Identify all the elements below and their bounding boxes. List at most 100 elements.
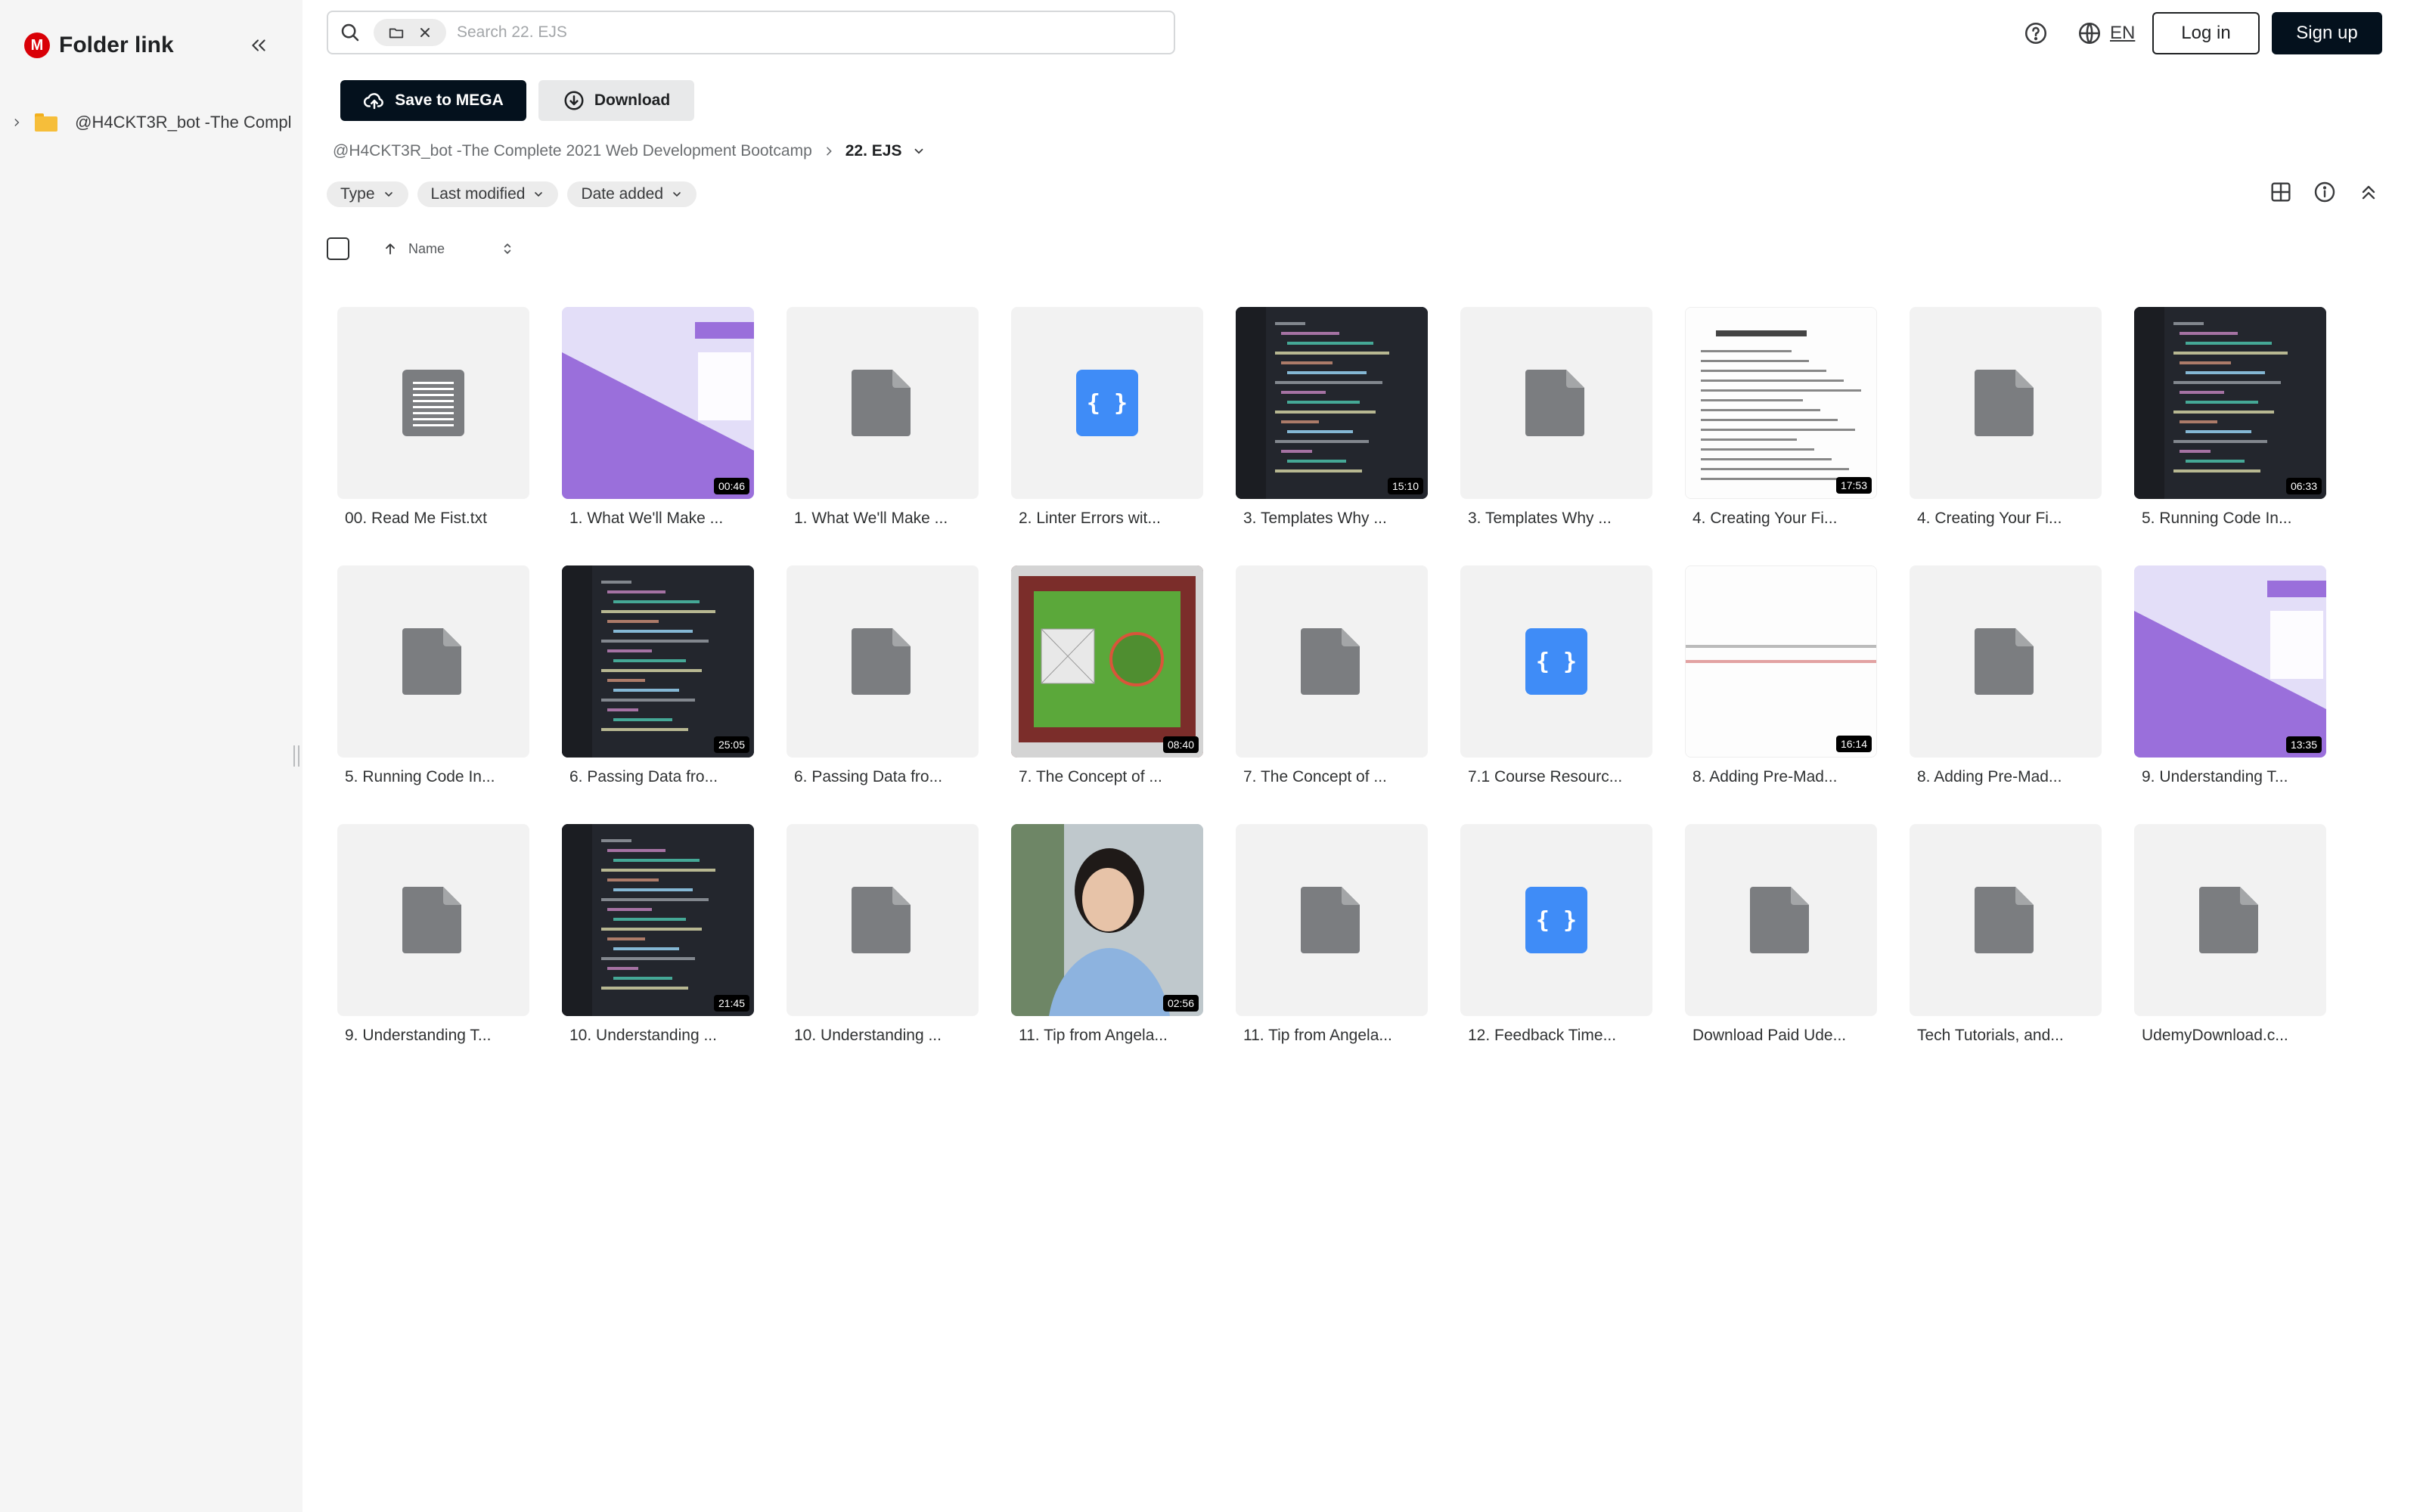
file-thumbnail[interactable] [337,307,529,499]
file-card[interactable]: { } 12. Feedback Time... [1460,824,1652,1066]
file-thumbnail[interactable] [786,565,979,758]
file-card[interactable]: 25:05 6. Passing Data fro... [562,565,754,807]
file-thumbnail[interactable] [1236,824,1428,1016]
file-thumbnail[interactable] [1685,824,1877,1016]
file-name: Tech Tutorials, and... [1917,1027,2064,1044]
file-card[interactable]: Tech Tutorials, and... [1910,824,2102,1066]
file-card[interactable]: 13:35 9. Understanding T... [2134,565,2326,807]
chevron-down-icon[interactable] [912,144,926,158]
breadcrumb-current[interactable]: 22. EJS [845,142,902,160]
file-name: 10. Understanding ... [794,1027,942,1044]
file-thumbnail[interactable] [1910,307,2102,499]
file-thumbnail[interactable]: 21:45 [562,824,754,1016]
video-duration-badge: 13:35 [2285,736,2322,753]
file-thumbnail[interactable] [1910,824,2102,1016]
close-icon[interactable] [417,25,433,40]
video-duration-badge: 00:46 [713,478,749,494]
file-thumbnail[interactable] [337,824,529,1016]
select-all-checkbox[interactable] [327,237,349,260]
download-button[interactable]: Download [538,80,694,121]
search-bar[interactable] [327,11,1175,54]
file-thumbnail[interactable]: 15:10 [1236,307,1428,499]
file-thumbnail[interactable]: { } [1011,307,1203,499]
file-card[interactable]: 8. Adding Pre-Mad... [1910,565,2102,807]
file-card[interactable]: 17:53 4. Creating Your Fi... [1685,307,1877,549]
breadcrumb-root[interactable]: @H4CKT3R_bot -The Complete 2021 Web Deve… [333,142,812,160]
chevron-right-icon[interactable] [9,115,24,130]
file-card[interactable]: { } 7.1 Course Resourc... [1460,565,1652,807]
file-thumbnail[interactable]: 17:53 [1685,307,1877,499]
file-thumbnail[interactable]: 06:33 [2134,307,2326,499]
file-thumbnail[interactable] [786,307,979,499]
filter-type[interactable]: Type [327,181,408,207]
file-thumbnail[interactable]: 25:05 [562,565,754,758]
file-card[interactable]: 9. Understanding T... [337,824,529,1066]
file-card[interactable]: 4. Creating Your Fi... [1910,307,2102,549]
file-thumbnail[interactable] [1460,307,1652,499]
file-thumbnail[interactable] [786,824,979,1016]
file-card[interactable]: 15:10 3. Templates Why ... [1236,307,1428,549]
file-name: 9. Understanding T... [2142,768,2288,785]
sidebar-resize-handle[interactable] [293,745,299,767]
file-card[interactable]: 5. Running Code In... [337,565,529,807]
video-duration-badge: 17:53 [1835,477,1872,494]
file-thumbnail[interactable]: 16:14 [1685,565,1877,758]
file-card[interactable]: 21:45 10. Understanding ... [562,824,754,1066]
language-selector[interactable]: EN [2077,17,2135,50]
sort-order-toggle[interactable] [496,237,519,260]
file-card[interactable]: Download Paid Ude... [1685,824,1877,1066]
file-card[interactable]: 00. Read Me Fist.txt [337,307,529,549]
code-preview-image [562,565,754,758]
filter-date-added[interactable]: Date added [567,181,697,207]
file-card[interactable]: 02:56 11. Tip from Angela... [1011,824,1203,1066]
file-card[interactable]: 06:33 5. Running Code In... [2134,307,2326,549]
file-icon [1301,628,1360,695]
file-card[interactable]: 10. Understanding ... [786,824,979,1066]
file-card[interactable]: { } 2. Linter Errors wit... [1011,307,1203,549]
file-thumbnail[interactable]: 08:40 [1011,565,1203,758]
login-button[interactable]: Log in [2152,12,2260,54]
file-card[interactable]: 1. What We'll Make ... [786,307,979,549]
save-to-mega-button[interactable]: Save to MEGA [340,80,526,121]
language-code[interactable]: EN [2110,23,2135,44]
sort-by-name[interactable]: Name [383,237,445,260]
video-duration-badge: 15:10 [1387,478,1423,494]
file-icon [1750,887,1809,953]
cloud-upload-icon [364,93,384,110]
file-name: 3. Templates Why ... [1468,510,1612,527]
code-preview-image [562,824,754,1016]
grid-view-button[interactable] [2266,177,2296,207]
file-card[interactable]: UdemyDownload.c... [2134,824,2326,1066]
file-thumbnail[interactable] [1236,565,1428,758]
file-thumbnail[interactable]: 02:56 [1011,824,1203,1016]
file-thumbnail[interactable]: 00:46 [562,307,754,499]
grid-view-icon [2271,182,2291,202]
file-card[interactable]: 7. The Concept of ... [1236,565,1428,807]
video-duration-badge: 21:45 [713,995,749,1012]
search-scope-chip[interactable] [374,19,446,46]
sidebar-tree-item[interactable]: @H4CKT3R_bot -The Complete 2021 Web Deve… [9,109,290,136]
file-thumbnail[interactable] [2134,824,2326,1016]
file-thumbnail[interactable]: { } [1460,565,1652,758]
file-card[interactable]: 3. Templates Why ... [1460,307,1652,549]
folder-icon [34,113,57,132]
help-button[interactable] [2019,17,2052,50]
file-icon [852,370,911,436]
filter-last-modified[interactable]: Last modified [417,181,559,207]
file-card[interactable]: 08:40 7. The Concept of ... [1011,565,1203,807]
collapse-panel-button[interactable] [2353,177,2384,207]
collapse-sidebar-button[interactable] [244,30,274,60]
file-card[interactable]: 6. Passing Data fro... [786,565,979,807]
sidebar-tree-label: @H4CKT3R_bot -The Complete 2021 Web Deve… [75,113,290,132]
search-input[interactable] [457,23,1137,42]
file-card[interactable]: 16:14 8. Adding Pre-Mad... [1685,565,1877,807]
file-thumbnail[interactable] [1910,565,2102,758]
file-thumbnail[interactable] [337,565,529,758]
file-card[interactable]: 00:46 1. What We'll Make ... [562,307,754,549]
signup-button[interactable]: Sign up [2272,12,2382,54]
info-button[interactable] [2310,177,2340,207]
file-thumbnail[interactable]: 13:35 [2134,565,2326,758]
file-thumbnail[interactable]: { } [1460,824,1652,1016]
file-name: 5. Running Code In... [345,768,495,785]
file-card[interactable]: 11. Tip from Angela... [1236,824,1428,1066]
